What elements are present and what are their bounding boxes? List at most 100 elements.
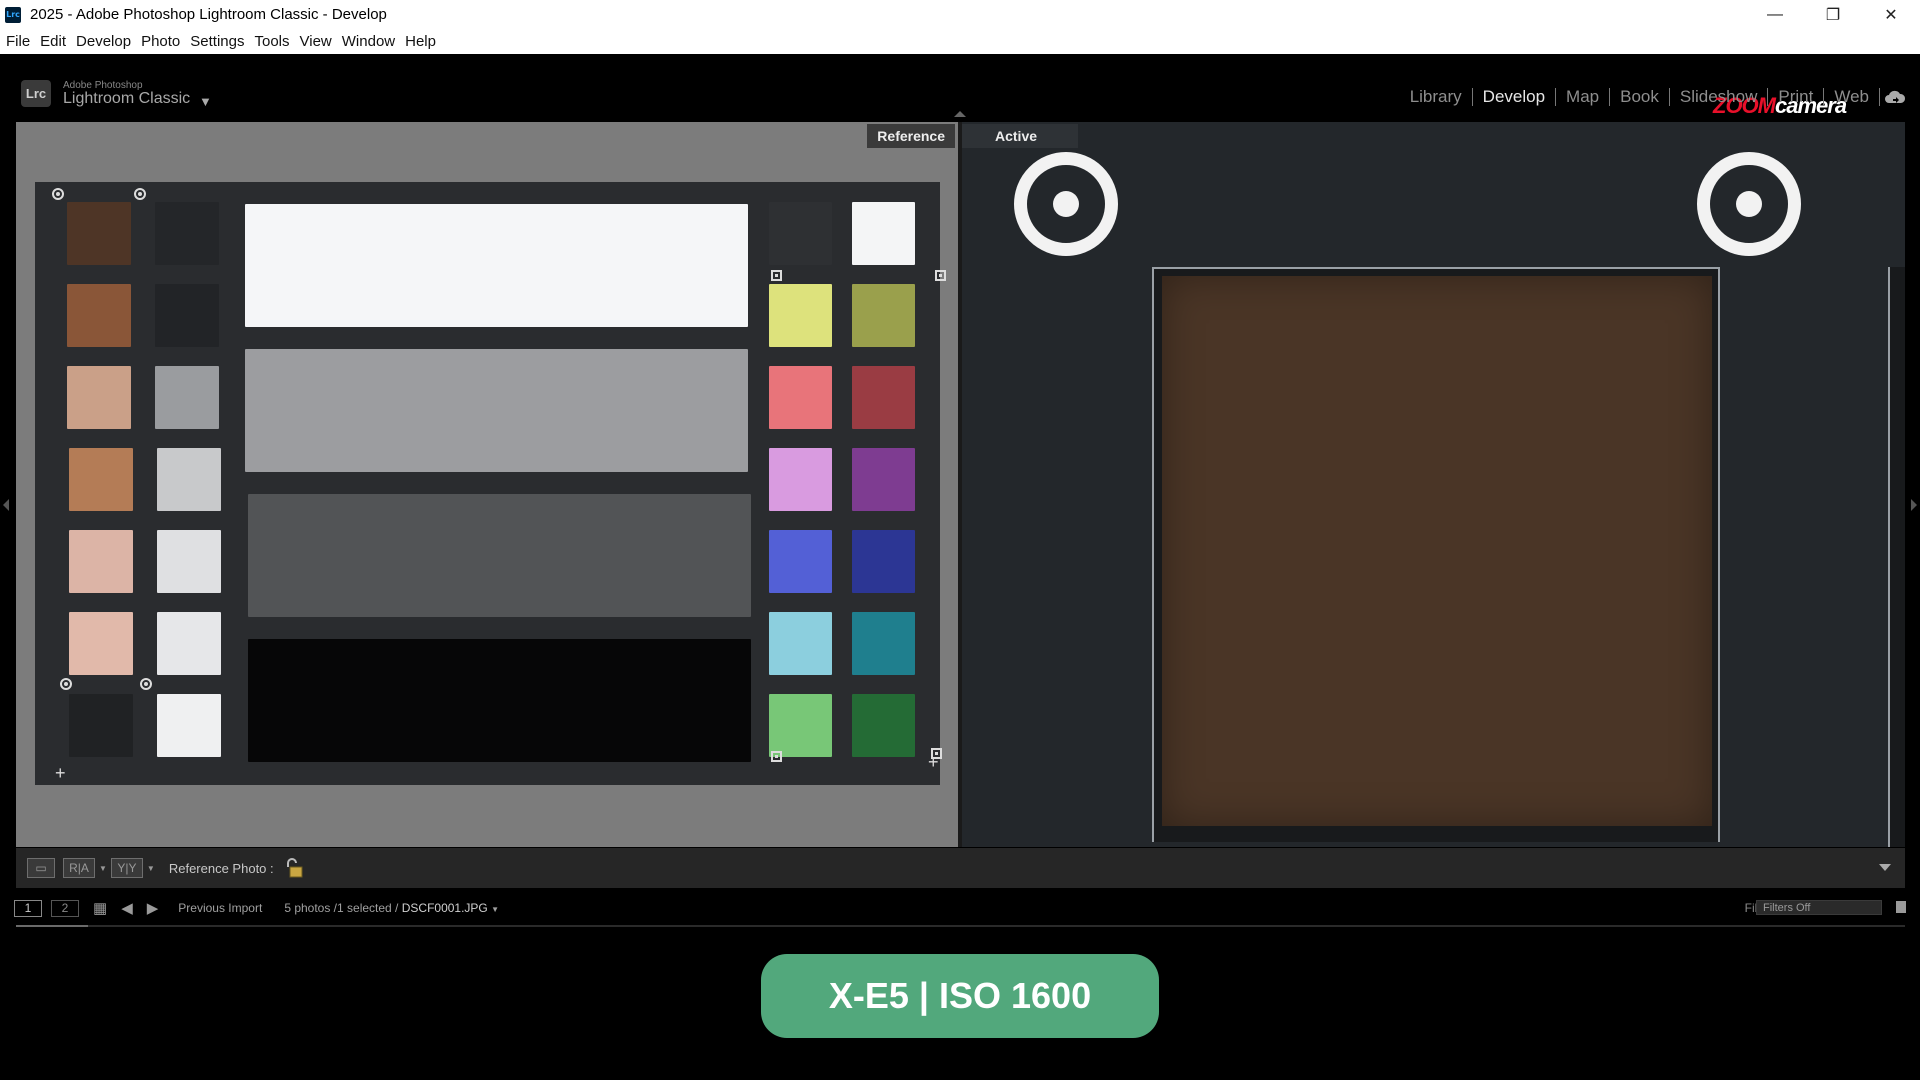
module-library[interactable]: Library [1400,87,1472,107]
gray-bar [245,349,748,472]
reference-active-side-by-side-button[interactable]: R|A [63,858,95,878]
active-label: Active [962,124,1078,148]
top-panel-toggle-icon[interactable] [954,111,966,117]
view-options-caret-icon[interactable]: ▼ [99,864,107,873]
color-patch [67,284,131,347]
color-patch [769,612,832,675]
zoomed-brown-patch [1162,276,1712,826]
source-breadcrumb[interactable]: Previous Import [178,901,262,915]
identity-plate-caret-icon[interactable]: ▼ [199,94,212,109]
module-picker: Library Develop Map Book Slideshow Print… [1400,87,1880,107]
filter-lock-icon[interactable] [1896,901,1906,913]
loupe-view-button[interactable]: ▭ [27,858,55,878]
module-develop[interactable]: Develop [1473,87,1555,107]
lightroom-app-icon: Lrc [5,6,21,23]
color-patch [69,694,133,757]
color-patch [67,202,131,265]
grid-view-icon[interactable]: ▦ [93,899,107,917]
menu-develop[interactable]: Develop [76,33,139,50]
color-patch [852,612,915,675]
module-web[interactable]: Web [1824,87,1879,107]
menu-bar: File Edit Develop Photo Settings Tools V… [0,29,1920,54]
color-patch [67,366,131,429]
menu-settings[interactable]: Settings [190,33,252,50]
color-checker-chart: + + [35,182,946,785]
filmstrip-navigation: 1 2 ▦ ◀ ▶ Previous Import 5 photos /1 se… [0,890,1920,926]
color-patch [69,530,133,593]
toolbar-options-caret-icon[interactable] [1879,864,1891,871]
color-patch [69,612,133,675]
chart-corner-handle[interactable] [771,751,782,762]
menu-tools[interactable]: Tools [254,33,297,50]
unlock-icon[interactable] [284,857,304,879]
chart-target-handle[interactable] [140,678,152,690]
secondary-window-button[interactable]: 2 [51,899,79,917]
gray-bar [245,204,748,327]
menu-window[interactable]: Window [342,33,403,50]
brand-lightroom-classic[interactable]: Lightroom Classic [63,90,190,108]
module-print[interactable]: Print [1768,87,1823,107]
menu-edit[interactable]: Edit [40,33,74,50]
color-patch [69,448,133,511]
close-button[interactable]: ✕ [1862,0,1920,29]
target-ring-right [1697,152,1801,256]
target-ring-left [1014,152,1118,256]
menu-view[interactable]: View [300,33,340,50]
cloud-sync-icon[interactable] [1884,89,1906,105]
chart-target-handle[interactable] [60,678,72,690]
module-book[interactable]: Book [1610,87,1669,107]
reference-label: Reference [867,124,955,148]
gray-patch [157,694,221,757]
minimize-button[interactable]: — [1746,0,1804,29]
color-patch [852,202,915,265]
filmstrip-scrollbar[interactable] [16,925,1905,927]
right-panel-toggle-icon[interactable] [1911,499,1917,511]
filmstrip-scroll-thumb[interactable] [16,925,88,927]
menu-file[interactable]: File [6,33,38,50]
active-pane[interactable]: Active [962,122,1905,847]
gray-bar [248,639,751,762]
back-arrow-icon[interactable]: ◀ [121,899,133,917]
left-panel-toggle-icon[interactable] [3,499,9,511]
gray-patch [155,202,219,265]
gray-patch [157,448,221,511]
chart-target-handle[interactable] [134,188,146,200]
menu-help[interactable]: Help [405,33,444,50]
forward-arrow-icon[interactable]: ▶ [147,899,159,917]
filename-caret-icon[interactable]: ▼ [491,905,499,914]
lrc-logo: Lrc [21,80,51,107]
color-patch [852,530,915,593]
module-header: Lrc Adobe Photoshop Lightroom Classic ▼ … [0,54,1920,120]
photo-count: 5 photos /1 selected / DSCF0001.JPG ▼ [284,901,500,915]
color-patch [769,530,832,593]
gray-patch [155,366,219,429]
module-separator [1879,88,1880,106]
color-patch [852,694,915,757]
module-slideshow[interactable]: Slideshow [1670,87,1768,107]
chart-corner-handle[interactable] [935,270,946,281]
crosshair-icon: + [928,752,939,772]
restore-button[interactable]: ❐ [1804,0,1862,29]
window-title-bar: Lrc 2025 - Adobe Photoshop Lightroom Cla… [0,0,1920,29]
reference-view: Reference + + Active [16,122,1905,847]
chart-target-handle[interactable] [52,188,64,200]
main-window-button[interactable]: 1 [14,899,42,917]
window-controls: — ❐ ✕ [1746,0,1920,29]
before-after-caret-icon[interactable]: ▼ [147,864,155,873]
menu-photo[interactable]: Photo [141,33,188,50]
gray-patch [157,530,221,593]
gray-bar [248,494,751,617]
reference-pane[interactable]: Reference + + [16,122,958,847]
filter-dropdown[interactable]: Filters Off [1756,900,1882,915]
chart-corner-handle[interactable] [771,270,782,281]
reference-photo-label: Reference Photo : [168,860,274,876]
module-map[interactable]: Map [1556,87,1609,107]
chart-frame-edge [1888,267,1905,847]
color-patch [852,448,915,511]
color-patch [852,366,915,429]
before-after-button[interactable]: Y|Y [110,858,143,878]
selected-filename[interactable]: DSCF0001.JPG [402,901,488,915]
color-patch [769,202,832,265]
color-patch [852,284,915,347]
window-title: 2025 - Adobe Photoshop Lightroom Classic… [30,6,387,23]
